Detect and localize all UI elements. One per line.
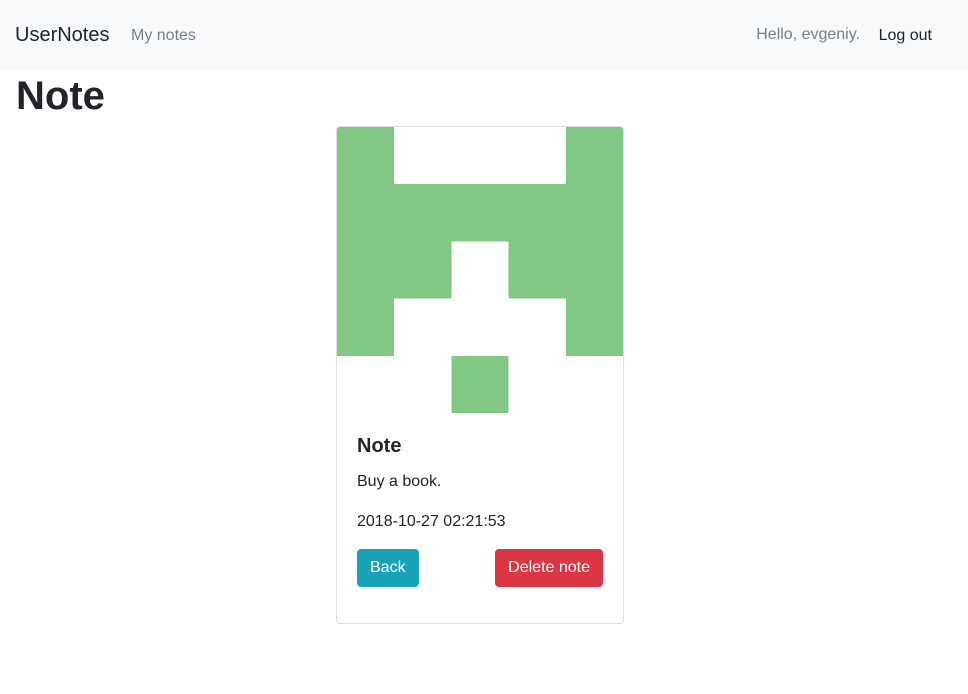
note-date: 2018-10-27 02:21:53 [357, 513, 506, 530]
identicon-cell [565, 298, 623, 356]
identicon-cell [337, 184, 623, 242]
navbar: UserNotes My notes Hello, evgeniy. Log o… [0, 0, 968, 70]
logout-link[interactable]: Log out [879, 27, 932, 45]
identicon-cell [337, 241, 452, 299]
back-button[interactable]: Back [357, 549, 419, 587]
identicon-cell [565, 127, 623, 185]
identicon-cell [508, 241, 623, 299]
identicon-image [337, 127, 623, 413]
note-title: Note [357, 435, 402, 457]
note-card: Note Buy a book. 2018-10-27 02:21:53 Bac… [336, 126, 624, 624]
brand-link[interactable]: UserNotes [15, 24, 109, 47]
identicon-cell [337, 298, 395, 356]
identicon-cell [451, 355, 509, 413]
nav-link-my-notes[interactable]: My notes [131, 27, 196, 45]
delete-note-button[interactable]: Delete note [495, 549, 603, 587]
page-title: Note [16, 74, 105, 118]
note-text: Buy a book. [357, 473, 442, 490]
user-greeting: Hello, evgeniy. [756, 26, 860, 43]
identicon-cell [337, 127, 395, 185]
